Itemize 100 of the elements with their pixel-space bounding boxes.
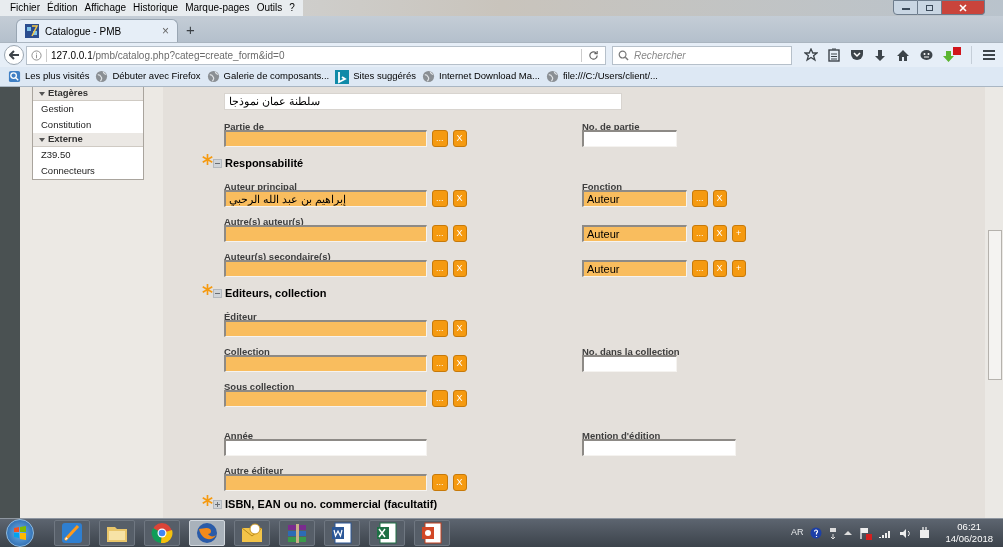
sidebar-group-header[interactable]: Etagères [33,87,143,101]
scrollbar[interactable] [985,87,1003,518]
taskbar-button[interactable] [414,520,450,546]
download-arrow-icon[interactable] [943,47,961,63]
back-arrow-icon [8,50,20,60]
asterisk-icon [202,284,213,295]
taskbar-button[interactable] [144,520,180,546]
input-field[interactable] [224,320,427,337]
input-field[interactable] [224,390,427,407]
menu-item[interactable]: Édition [47,3,78,13]
input-field[interactable]: Auteur [582,190,687,207]
input-field[interactable] [582,355,677,372]
input-field[interactable] [224,130,427,147]
input-field[interactable] [582,439,736,456]
input-field[interactable] [224,355,427,372]
address-field[interactable]: 127.0.0.1/pmb/catalog.php?categ=create_form&id=0 [26,45,606,65]
taskbar-button[interactable] [324,520,360,546]
star-icon[interactable] [804,48,818,62]
bookmark-link[interactable]: Sites suggérés [353,69,417,84]
asterisk-icon [202,495,213,506]
help-icon[interactable] [810,527,823,539]
download-icon[interactable] [874,48,886,62]
taskbar-button[interactable] [234,520,270,546]
search-field[interactable]: Rechercher [612,45,792,65]
input-field[interactable]: إبراهيم بن عبد الله الرحبي [224,190,427,207]
new-tab-button[interactable]: + [186,22,195,37]
field-label: Fonction [582,180,623,193]
menu-item[interactable]: Fichier [10,3,40,13]
clock-time[interactable]: 06:21 [957,521,982,533]
url-text: 127.0.0.1/pmb/catalog.php?categ=create_form&id=0 [51,48,285,63]
input-field[interactable] [224,474,427,491]
field-label: Auteur(s) secondaire(s) [224,250,331,263]
minimize-button[interactable] [893,0,918,15]
envelope-clock-icon [240,521,264,545]
browser-tab[interactable]: Catalogue - PMB × [16,19,178,42]
sidebar-item[interactable]: Connecteurs [41,163,95,179]
section-toggle-icon[interactable] [213,500,222,509]
power-plug-icon[interactable] [919,527,931,539]
start-button[interactable] [6,519,34,547]
chat-face-icon[interactable] [920,49,933,61]
sidebar-item[interactable]: Gestion [41,101,74,117]
sidebar-item[interactable]: Constitution [41,117,92,133]
language-indicator[interactable]: AR [790,526,804,540]
tab-close-button[interactable]: × [162,25,169,37]
input-field[interactable]: Auteur [582,225,687,242]
signal-bars-icon[interactable] [879,528,893,538]
search-icon [618,49,629,61]
menu-item[interactable]: ? [289,3,295,13]
bookmark-link[interactable]: file:///C:/Users/client/... [562,69,658,84]
clock-date[interactable]: 14/06/2018 [945,533,993,545]
bookmark-link[interactable]: Débuter avec Firefox [112,69,201,84]
sidebar-item[interactable]: Z39.50 [41,147,71,163]
back-button[interactable] [4,45,24,65]
restore-button[interactable] [918,0,942,15]
field-label: Partie de [224,120,265,133]
section-toggle-icon[interactable] [213,289,222,298]
taskbar-button[interactable] [279,520,315,546]
section-toggle-icon[interactable] [213,159,222,168]
site-logo-icon [25,24,39,38]
pocket-icon[interactable] [850,49,864,61]
home-icon[interactable] [896,48,910,62]
sidebar-group-header[interactable]: Externe [33,133,143,147]
taskbar-button[interactable] [54,520,90,546]
windows-logo-icon [13,526,27,540]
input-field[interactable]: Auteur [582,260,687,277]
pen-app-icon [60,521,84,545]
speaker-icon[interactable] [899,527,913,539]
round-browser-icon [150,521,174,545]
field-label: Année [224,429,254,442]
flag-alert-icon[interactable] [859,526,873,540]
globe-icon [206,70,220,83]
fox-browser-icon [195,521,219,545]
triangle-icon [39,136,45,143]
bookmark-link[interactable]: Galerie de composants... [223,69,330,84]
network-arrows-icon[interactable] [829,526,838,540]
taskbar-button[interactable] [369,520,405,546]
tray-expand-icon[interactable] [844,530,853,536]
field-label: Éditeur [224,310,257,323]
bookmark-link[interactable]: Internet Download Ma... [439,69,540,84]
menu-item[interactable]: Outils [256,3,283,13]
group-title: Etagères [48,86,89,101]
taskbar-button[interactable] [99,520,135,546]
tab-title: Catalogue - PMB [45,24,122,39]
input-field[interactable] [224,225,427,242]
section-title: Responsabilité [225,156,304,170]
clipboard-icon[interactable] [828,48,840,62]
menu-icon[interactable] [982,49,996,61]
field-label: Sous collection [224,380,295,393]
menu-item[interactable]: Affichage [84,3,127,13]
menu-item[interactable]: Historique [133,3,179,13]
field-label: Mention d'édition [582,429,661,442]
close-button[interactable] [942,0,985,15]
input-field[interactable] [582,130,677,147]
reload-icon[interactable] [588,49,599,61]
input-field[interactable] [224,260,427,277]
menu-item[interactable]: Marque-pages [185,3,250,13]
input-field[interactable] [224,439,427,456]
bookmark-link[interactable]: Les plus visités [25,69,90,84]
close-icon [959,3,967,12]
input-field[interactable]: سلطنة عمان نموذجا [224,93,622,110]
